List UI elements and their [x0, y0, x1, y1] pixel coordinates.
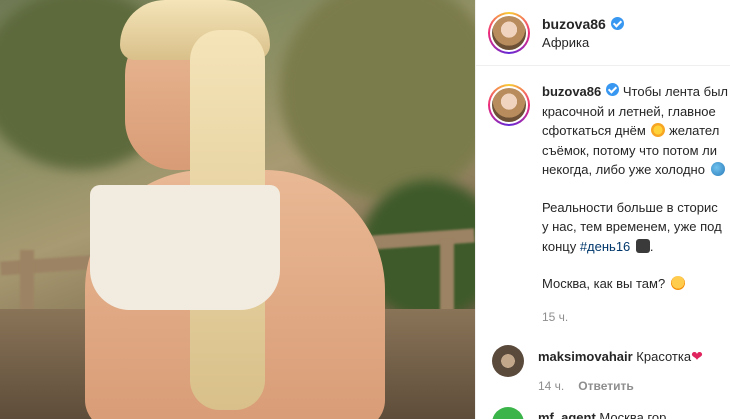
reply-button[interactable]: Ответить: [578, 379, 633, 393]
comment-item: mf_agent Москва гор: [476, 393, 730, 419]
post-sidebar: buzova86 Африка buzova86 Чтобы лента был…: [475, 0, 730, 419]
clapperboard-emoji-icon: [635, 238, 650, 253]
author-username[interactable]: buzova86: [542, 16, 624, 32]
caption-text: съёмок, потому что потом ли: [542, 142, 717, 158]
caption-text: некогда, либо уже холодно: [542, 162, 705, 177]
photo-foliage: [280, 0, 475, 200]
caption-text: желател: [669, 123, 720, 138]
commenter-username[interactable]: mf_agent: [538, 410, 596, 419]
post-header: buzova86 Африка: [476, 0, 730, 66]
verified-badge-icon: [610, 17, 624, 30]
post-photo[interactable]: [0, 0, 475, 419]
caption-text: Чтобы лента был: [622, 84, 728, 99]
sun-emoji-icon: [651, 123, 666, 137]
globe-emoji-icon: [710, 162, 725, 176]
caption-avatar[interactable]: [488, 84, 530, 126]
author-avatar[interactable]: [488, 11, 530, 54]
photo-top: [90, 185, 280, 310]
caption-username[interactable]: buzova86: [542, 84, 601, 99]
comment-time[interactable]: 14 ч.: [538, 379, 564, 393]
caption-text: у нас, тем временем, уже под: [542, 219, 722, 234]
comment-item: maksimovahair Красотка❤ 14 ч. Ответить: [476, 327, 730, 393]
comment-text: Красотка: [636, 349, 692, 364]
caption-text: сфоткаться днём: [542, 123, 646, 138]
post-timestamp[interactable]: 15 ч.: [542, 308, 728, 328]
comment-text: Москва гор: [599, 410, 667, 419]
hashtag-link[interactable]: #день16: [580, 239, 630, 254]
caption-text: Москва, как вы там?: [542, 276, 666, 291]
caption-text: концу: [542, 238, 577, 254]
commenter-avatar[interactable]: [492, 407, 524, 419]
commenter-username[interactable]: maksimovahair: [538, 349, 633, 364]
post-caption: buzova86 Чтобы лента был красочной и лет…: [476, 66, 730, 327]
commenter-avatar[interactable]: [492, 345, 524, 377]
smiling-face-emoji-icon: [670, 276, 685, 290]
heart-icon: ❤: [691, 348, 703, 364]
caption-text: Реальности больше в сторис: [542, 199, 718, 215]
verified-badge-icon: [606, 83, 620, 96]
post-location[interactable]: Африка: [542, 35, 624, 50]
caption-text: красочной и летней, главное: [542, 103, 716, 119]
